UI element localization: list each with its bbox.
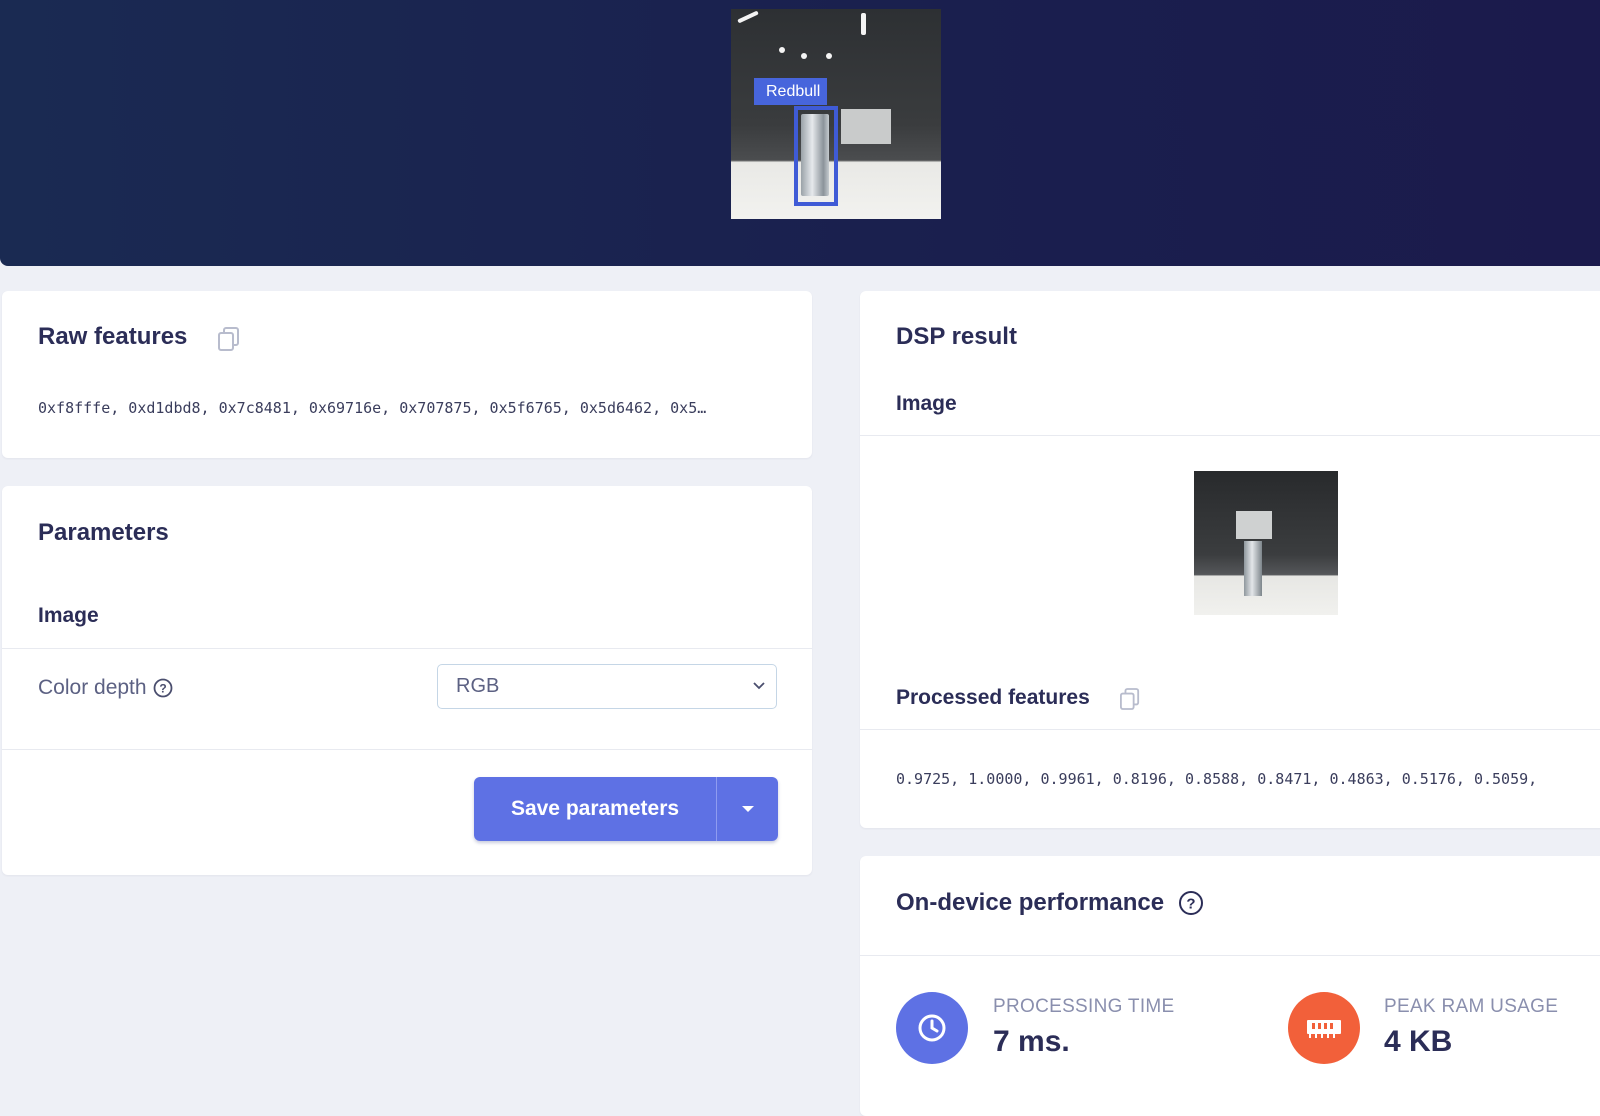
processing-time-value: 7 ms. <box>993 1025 1070 1058</box>
processing-time-icon <box>896 992 968 1064</box>
color-depth-select[interactable]: RGB <box>437 664 777 709</box>
parameters-card: Parameters Image Color depth ? RGB Save … <box>2 486 812 875</box>
parameters-title: Parameters <box>38 519 169 546</box>
bounding-box <box>794 106 838 206</box>
processed-features-title: Processed features <box>896 686 1090 709</box>
copy-icon[interactable] <box>218 327 240 351</box>
save-options-dropdown[interactable] <box>717 777 778 841</box>
caret-down-icon <box>741 806 754 812</box>
sample-preview-header: Redbull <box>0 0 1600 266</box>
help-icon[interactable]: ? <box>1178 890 1204 916</box>
image-section-title: Image <box>38 604 99 627</box>
copy-icon[interactable] <box>1120 688 1140 710</box>
performance-title: On-device performance ? <box>896 889 1204 917</box>
color-depth-label: Color depth ? <box>38 676 173 700</box>
peak-ram-value: 4 KB <box>1384 1025 1453 1058</box>
raw-features-title: Raw features <box>38 323 188 350</box>
bounding-box-label: Redbull <box>754 78 828 105</box>
dsp-image-section-title: Image <box>896 392 957 415</box>
save-parameters-button[interactable]: Save parameters <box>474 777 717 841</box>
processing-time-label: PROCESSING TIME <box>993 996 1175 1017</box>
raw-features-values: 0xf8fffe, 0xd1dbd8, 0x7c8481, 0x69716e, … <box>38 399 707 417</box>
sample-image: Redbull <box>731 9 941 219</box>
dsp-result-card: DSP result Image Processed features 0.97… <box>860 291 1600 828</box>
raw-features-card: Raw features 0xf8fffe, 0xd1dbd8, 0x7c848… <box>2 291 812 458</box>
chevron-down-icon <box>753 682 765 690</box>
dsp-result-title: DSP result <box>896 323 1017 350</box>
processed-image <box>1194 471 1338 615</box>
ram-icon <box>1288 992 1360 1064</box>
help-icon[interactable]: ? <box>153 678 173 698</box>
save-parameters-group: Save parameters <box>474 777 778 841</box>
performance-card: On-device performance ? PROCESSING TIME … <box>860 856 1600 1116</box>
processed-features-values: 0.9725, 1.0000, 0.9961, 0.8196, 0.8588, … <box>896 770 1538 788</box>
svg-text:?: ? <box>1187 896 1196 913</box>
svg-text:?: ? <box>159 682 166 696</box>
peak-ram-label: PEAK RAM USAGE <box>1384 996 1559 1017</box>
